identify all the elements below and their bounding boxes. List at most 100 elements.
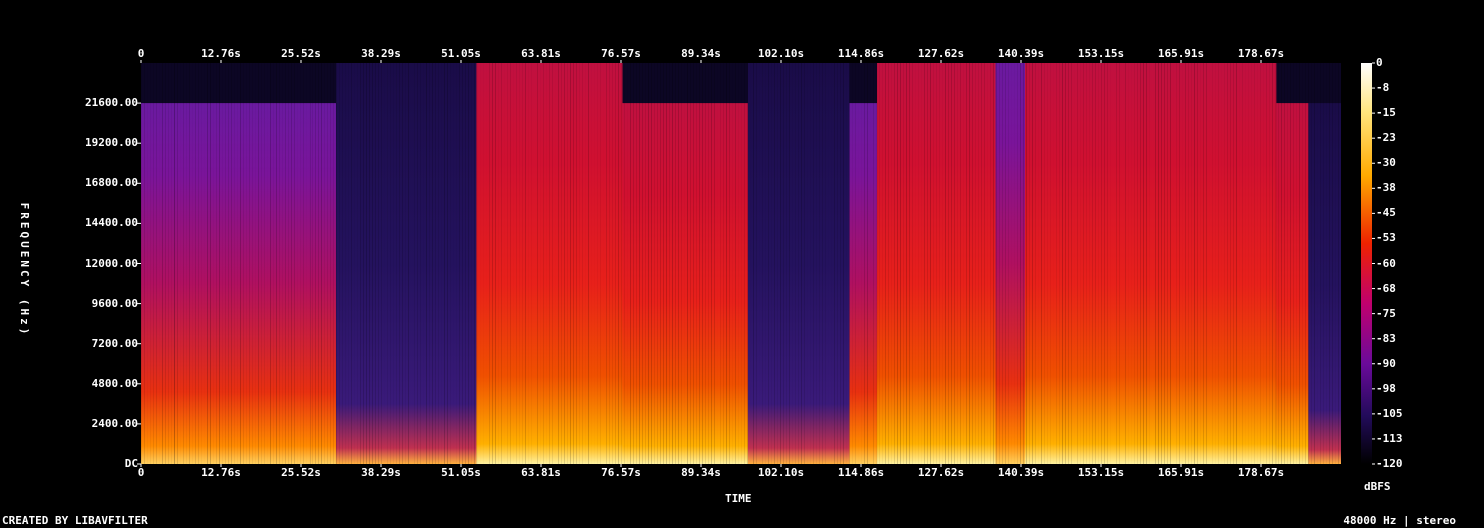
streak [1098, 63, 1099, 464]
streak [1221, 63, 1222, 464]
streak [1194, 63, 1195, 464]
streak [411, 63, 412, 464]
streak [1224, 63, 1225, 464]
streak [846, 63, 847, 464]
streak [810, 63, 811, 464]
streak [450, 63, 451, 464]
segment-bg [1308, 63, 1341, 104]
streak [1128, 63, 1129, 464]
streak [435, 63, 436, 464]
colorbar-tick-label: -105 [1376, 406, 1403, 420]
streak [369, 63, 370, 464]
streak [618, 63, 619, 464]
streak [438, 63, 439, 464]
streak [585, 63, 586, 464]
streak [1293, 63, 1294, 464]
streak [612, 63, 613, 464]
streak [888, 63, 889, 464]
segment-fill [1308, 103, 1341, 464]
streak [441, 63, 442, 464]
streak [1029, 63, 1030, 464]
streak [897, 63, 898, 464]
streak [705, 63, 706, 464]
x-tick-label-top: 38.29s [361, 47, 401, 60]
streak [1044, 63, 1045, 464]
colorbar-tick-label: -120 [1376, 457, 1403, 470]
streak [270, 63, 271, 464]
streak [1131, 63, 1132, 464]
streak [1101, 63, 1102, 464]
streak [834, 63, 835, 464]
streak [855, 63, 856, 464]
streak [780, 63, 781, 464]
streak [375, 63, 376, 464]
y-tick-label: 19200.00 [85, 136, 138, 150]
streak [993, 63, 994, 464]
streak [1245, 63, 1246, 464]
streak [1314, 63, 1315, 464]
segment-fill [174, 103, 311, 464]
x-tick-label-top: 76.57s [601, 47, 641, 60]
streak [252, 63, 253, 464]
streak [693, 63, 694, 464]
streak [174, 63, 175, 464]
streak [639, 63, 640, 464]
streak [1338, 63, 1339, 464]
streak [462, 63, 463, 464]
streak [1032, 63, 1033, 464]
streak [828, 63, 829, 464]
streak [570, 63, 571, 464]
streak [1122, 63, 1123, 464]
streak [684, 63, 685, 464]
streak [603, 63, 604, 464]
streak [837, 63, 838, 464]
streak [1278, 63, 1279, 464]
streak [237, 63, 238, 464]
streak [678, 63, 679, 464]
streak [372, 63, 373, 464]
streak [1335, 63, 1336, 464]
segment-fill [310, 103, 336, 464]
streak [849, 63, 850, 464]
streak [282, 63, 283, 464]
streak [315, 63, 316, 464]
streak [465, 63, 466, 464]
x-tick-label-bottom: 12.76s [201, 466, 241, 479]
streak [1188, 63, 1189, 464]
streak [189, 63, 190, 464]
streak [231, 63, 232, 464]
streak [1257, 63, 1258, 464]
streak [318, 63, 319, 464]
streak [1230, 63, 1231, 464]
streak [864, 63, 865, 464]
streak [1308, 63, 1309, 464]
streak [714, 63, 715, 464]
streak [681, 63, 682, 464]
streak [486, 63, 487, 464]
streak [630, 63, 631, 464]
y-tick-label: 4800.00 [91, 376, 138, 390]
segment-bg [174, 63, 311, 104]
streak [1065, 63, 1066, 464]
streak [867, 63, 868, 464]
streak [1041, 63, 1042, 464]
x-axis-title: TIME [725, 492, 752, 505]
streak [852, 63, 853, 464]
streak [156, 63, 157, 464]
streak [246, 63, 247, 464]
streak [273, 63, 274, 464]
segment-bg [849, 63, 878, 104]
streak [717, 63, 718, 464]
segment-fill [849, 103, 878, 464]
streak [726, 63, 727, 464]
streak [891, 63, 892, 464]
colorbar-tick-label: -8 [1376, 81, 1390, 95]
streak [1026, 63, 1027, 464]
colorbar [1361, 63, 1372, 464]
streak [1089, 63, 1090, 464]
streak [915, 63, 916, 464]
streak [225, 63, 226, 464]
streak [489, 63, 490, 464]
streak [222, 63, 223, 464]
streak [207, 63, 208, 464]
